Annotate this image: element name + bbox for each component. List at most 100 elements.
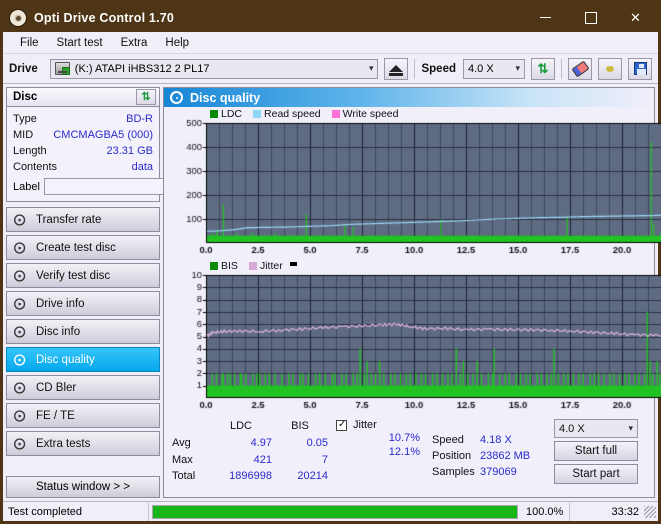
drive-select[interactable]: (K:) ATAPI iHBS312 2 PL17 ▾ — [49, 58, 379, 79]
ldc-chart-canvas — [164, 107, 661, 259]
stats-max-bis: 7 — [321, 453, 328, 466]
sidebar-item-transfer-rate[interactable]: Transfer rate — [6, 207, 160, 232]
drive-icon — [54, 62, 70, 75]
chain-icon: ⚭ — [604, 60, 616, 77]
minimize-button[interactable] — [523, 3, 568, 32]
legend-label-ldc: LDC — [221, 108, 243, 120]
speed-stat-value: 4.18 X — [480, 434, 512, 446]
menu-start-test[interactable]: Start test — [48, 35, 112, 51]
refresh-button[interactable]: ⇅ — [531, 57, 555, 80]
disc-label-row: Label — [13, 178, 217, 195]
disc-info-panel: Type BD-R MID CMCMAGBA5 (000) Length 23.… — [6, 107, 217, 202]
disc-icon — [14, 353, 26, 366]
stats-row-avg-label: Avg — [172, 436, 191, 449]
disc-panel-header: Disc ⇅ — [6, 87, 160, 107]
progress-bar — [152, 504, 518, 519]
disc-refresh-button[interactable]: ⇅ — [136, 89, 156, 105]
maximize-button[interactable] — [568, 3, 613, 32]
disc-icon — [170, 91, 183, 104]
stats-max-ldc: 421 — [253, 453, 272, 466]
sidebar-item-label: CD Bler — [36, 381, 77, 394]
eject-button[interactable] — [384, 57, 409, 80]
eject-icon — [389, 65, 404, 76]
status-divider-1 — [148, 502, 149, 521]
samples-stat-value: 379069 — [480, 466, 517, 478]
legend-swatch-jitter — [248, 262, 257, 270]
jitter-stats: Jitter 10.7% 12.1% — [336, 419, 428, 484]
stats-panel: LDC BIS Avg 4.97 0.05 Max 421 7 Total 18… — [164, 414, 654, 486]
stats-row-total-label: Total — [172, 470, 196, 483]
menu-file[interactable]: File — [11, 35, 48, 51]
disc-length-value: 23.31 GB — [106, 145, 153, 157]
sidebar-item-fe-te[interactable]: FE / TE — [6, 403, 160, 428]
legend-swatch-bis — [210, 262, 218, 270]
ldc-chart: LDC Read speed Write speed — [164, 107, 661, 259]
refresh-icon: ⇅ — [141, 90, 151, 103]
status-bar: Test completed 100.0% 33:32 — [3, 501, 658, 521]
disc-label-label: Label — [13, 180, 40, 193]
app-disc-icon — [9, 8, 27, 27]
menu-help[interactable]: Help — [156, 35, 198, 51]
disc-quality-title: Disc quality — [190, 90, 261, 105]
disc-contents-label: Contents — [13, 161, 58, 173]
disc-row-contents: Contents data — [13, 159, 153, 175]
legend-label-read-speed: Read speed — [264, 108, 321, 120]
app-window: Opti Drive Control 1.70 File Start test … — [0, 0, 661, 524]
toolbar-divider-2 — [561, 58, 562, 79]
drive-select-value: (K:) ATAPI iHBS312 2 PL17 — [74, 62, 210, 75]
link-button[interactable]: ⚭ — [598, 57, 622, 80]
resize-grip[interactable] — [644, 505, 656, 518]
sidebar-item-disc-info[interactable]: Disc info — [6, 319, 160, 344]
sidebar-item-label: Disc info — [36, 325, 81, 338]
sidebar-item-label: Verify test disc — [36, 269, 111, 282]
stats-row-max-label: Max — [172, 453, 193, 466]
chevron-down-icon: ▾ — [628, 423, 633, 433]
start-full-button[interactable]: Start full — [554, 441, 638, 461]
disc-row-length: Length 23.31 GB — [13, 143, 153, 159]
ldc-chart-legend: LDC Read speed Write speed — [210, 108, 399, 120]
disc-row-type: Type BD-R — [13, 111, 153, 127]
disc-type-label: Type — [13, 113, 37, 125]
sidebar-item-verify-test-disc[interactable]: Verify test disc — [6, 263, 160, 288]
disc-icon — [14, 241, 26, 254]
stats-avg-ldc: 4.97 — [250, 436, 272, 449]
disc-icon — [14, 437, 26, 450]
status-window-button[interactable]: Status window > > — [6, 476, 160, 498]
legend-label-bis: BIS — [221, 260, 238, 272]
sidebar-item-extra-tests[interactable]: Extra tests — [6, 431, 160, 456]
save-button[interactable] — [628, 57, 652, 80]
speed-select[interactable]: 4.0 X ▾ — [463, 58, 525, 79]
erase-button[interactable] — [568, 57, 592, 80]
start-full-label: Start full — [574, 445, 618, 457]
speed-stats: Speed 4.18 X Position 23862 MB Samples 3… — [432, 419, 550, 484]
disc-mid-value: CMCMAGBA5 (000) — [53, 129, 153, 141]
test-speed-value: 4.0 X — [559, 422, 585, 435]
test-speed-select[interactable]: 4.0 X ▾ — [554, 419, 638, 438]
bis-chart-legend: BIS Jitter — [210, 260, 297, 272]
legend-label-jitter: Jitter — [259, 260, 283, 272]
status-message: Test completed — [8, 505, 82, 518]
disc-contents-value: data — [131, 161, 153, 173]
test-controls: 4.0 X ▾ Start full Start part — [554, 419, 638, 484]
close-button[interactable] — [613, 3, 658, 32]
disc-icon — [14, 381, 26, 394]
stats-header-bis: BIS — [291, 420, 309, 432]
speed-select-value: 4.0 X — [468, 62, 494, 75]
sidebar-item-drive-info[interactable]: Drive info — [6, 291, 160, 316]
start-part-button[interactable]: Start part — [554, 464, 638, 484]
sidebar-item-create-test-disc[interactable]: Create test disc — [6, 235, 160, 260]
legend-swatch-read-speed — [253, 110, 262, 118]
sidebar-item-label: Drive info — [36, 297, 85, 310]
main-body: Disc ⇅ Type BD-R MID CMCMAGBA5 (000) Len… — [3, 84, 661, 501]
sidebar-item-label: Extra tests — [36, 437, 91, 450]
disc-icon — [14, 325, 26, 338]
samples-stat-label: Samples — [432, 466, 475, 478]
disc-icon — [14, 213, 26, 226]
jitter-checkbox[interactable] — [336, 419, 347, 431]
sidebar-item-cd-bler[interactable]: CD Bler — [6, 375, 160, 400]
disc-row-mid: MID CMCMAGBA5 (000) — [13, 127, 153, 143]
menu-extra[interactable]: Extra — [112, 35, 157, 51]
sidebar-item-disc-quality[interactable]: Disc quality — [6, 347, 160, 372]
progress-percent: 100.0% — [526, 505, 564, 518]
sidebar-item-label: FE / TE — [36, 409, 75, 422]
